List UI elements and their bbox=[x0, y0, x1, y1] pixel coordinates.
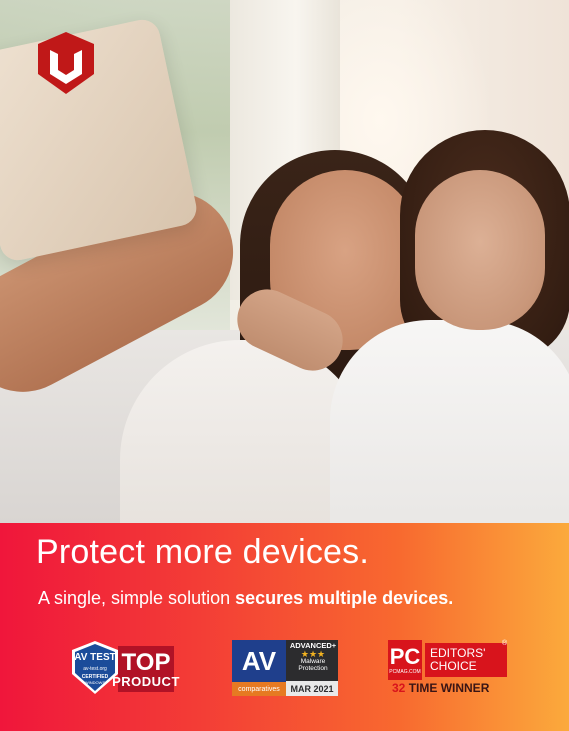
winner-text: TIME WINNER bbox=[405, 681, 490, 695]
hero-photo bbox=[0, 0, 569, 523]
av-test-badge: AV TEST av-test.org CERTIFIED WINDOWS TO… bbox=[68, 640, 179, 696]
av-logo: AV bbox=[232, 640, 286, 682]
award-details: ADVANCED+ ★★★ Malware Protection bbox=[288, 642, 338, 673]
pcmag-logo: PC PCMAG.COM bbox=[388, 640, 422, 680]
av-comparatives-badge: AV comparatives ADVANCED+ ★★★ Malware Pr… bbox=[232, 640, 338, 696]
promo-banner: Protect more devices. A single, simple s… bbox=[0, 523, 569, 731]
pc-text: PC bbox=[389, 643, 421, 669]
av-test-logo: AV TEST bbox=[74, 652, 115, 663]
av-test-platform: WINDOWS bbox=[85, 680, 106, 685]
mcafee-shield-icon bbox=[38, 32, 94, 94]
winner-count: 32 bbox=[392, 681, 406, 695]
pcmag-badge: PC PCMAG.COM EDITORS' CHOICE ® 32 TIME W… bbox=[388, 640, 512, 696]
girl-face bbox=[415, 170, 545, 330]
editors-choice-label: EDITORS' CHOICE bbox=[425, 643, 507, 677]
comparatives-label: comparatives bbox=[232, 682, 286, 696]
headline: Protect more devices. bbox=[36, 533, 369, 571]
subline-bold: secures multiple devices. bbox=[235, 588, 454, 608]
top-product-label: TOP PRODUCT bbox=[112, 646, 179, 692]
girl-dress bbox=[330, 320, 569, 523]
product-image: Protect more devices. A single, simple s… bbox=[0, 0, 569, 731]
top-text: TOP bbox=[121, 648, 171, 676]
award-category: Malware Protection bbox=[298, 658, 328, 673]
subline-regular: A single, simple solution bbox=[38, 588, 236, 608]
award-date: MAR 2021 bbox=[286, 681, 338, 696]
choice-text: CHOICE bbox=[430, 659, 477, 673]
subheadline: A single, simple solution secures multip… bbox=[38, 588, 453, 609]
time-winner: 32 TIME WINNER bbox=[392, 681, 512, 695]
registered-mark: ® bbox=[502, 640, 508, 647]
pcmag-site: PCMAG.COM bbox=[389, 668, 421, 675]
av-test-site: av-test.org bbox=[83, 666, 107, 672]
product-text: PRODUCT bbox=[112, 673, 180, 689]
